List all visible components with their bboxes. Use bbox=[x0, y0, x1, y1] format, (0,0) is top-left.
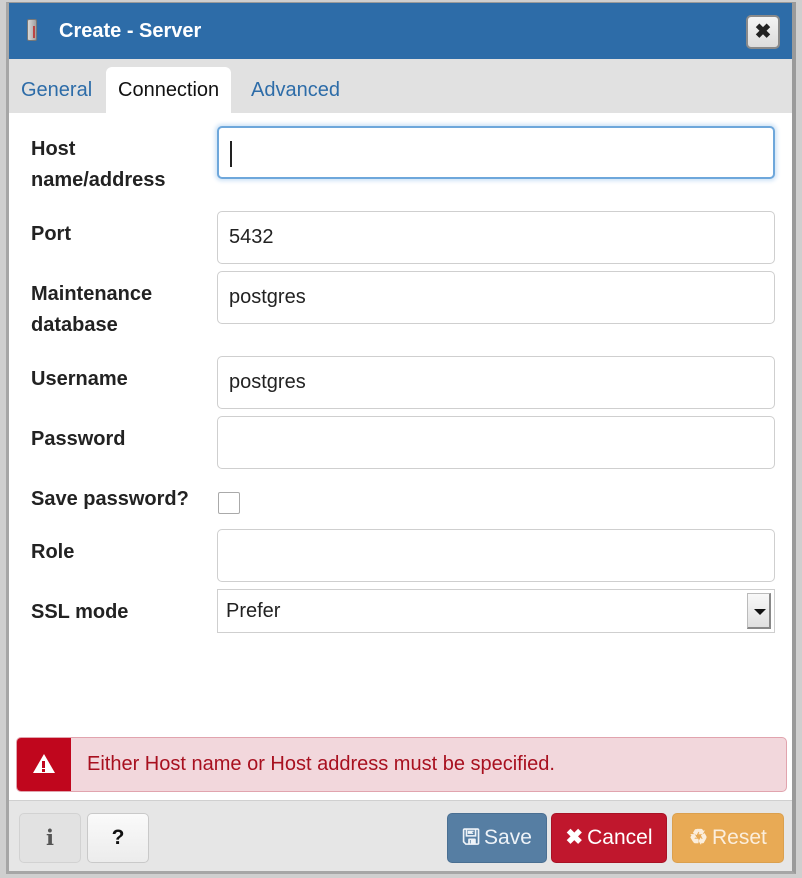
username-label: Username bbox=[31, 368, 128, 390]
save-button[interactable]: 🖫 Save bbox=[447, 813, 547, 863]
username-input[interactable]: postgres bbox=[217, 356, 775, 409]
tab-bar: General Connection Advanced bbox=[9, 59, 792, 113]
cancel-button[interactable]: ✖ Cancel bbox=[551, 813, 667, 863]
warning-icon-mark bbox=[42, 761, 45, 768]
save-label: Save bbox=[484, 826, 532, 849]
ssl-mode-value: Prefer bbox=[226, 600, 281, 622]
password-label: Password bbox=[31, 428, 126, 450]
reset-label: Reset bbox=[711, 826, 767, 849]
dialog-title: Create - Server bbox=[59, 20, 202, 42]
ssl-mode-select[interactable]: Prefer bbox=[217, 589, 775, 633]
dialog-titlebar[interactable]: Create - Server ✖ bbox=[9, 3, 792, 59]
host-input[interactable] bbox=[217, 126, 775, 179]
role-input[interactable] bbox=[217, 529, 775, 582]
server-icon bbox=[27, 19, 37, 41]
help-icon: ? bbox=[111, 826, 125, 849]
alert-message: Either Host name or Host address must be… bbox=[87, 753, 555, 775]
warning-icon-dot bbox=[42, 769, 45, 772]
maintenance-db-label: Maintenance database bbox=[31, 283, 153, 336]
port-label: Port bbox=[31, 223, 71, 245]
help-button[interactable]: ? bbox=[87, 813, 149, 863]
close-icon: ✖ bbox=[754, 21, 772, 43]
ssl-mode-label: SSL mode bbox=[31, 601, 129, 623]
tab-general[interactable]: General bbox=[9, 67, 104, 113]
info-button[interactable]: i bbox=[19, 813, 81, 863]
save-password-label: Save password? bbox=[31, 488, 189, 510]
port-input[interactable]: 5432 bbox=[217, 211, 775, 264]
cancel-label: Cancel bbox=[587, 826, 653, 849]
host-label: Host name/address bbox=[31, 138, 166, 191]
recycle-icon: ♻ bbox=[689, 826, 708, 849]
close-icon: ✖ bbox=[565, 826, 584, 849]
create-server-dialog: Create - Server ✖ General Connection Adv… bbox=[6, 2, 796, 874]
role-label: Role bbox=[31, 541, 75, 563]
dialog-footer: i ? 🖫 Save ✖ Cancel ♻ Reset bbox=[9, 800, 792, 871]
reset-button[interactable]: ♻ Reset bbox=[672, 813, 784, 863]
tab-advanced[interactable]: Advanced bbox=[239, 67, 352, 113]
close-button[interactable]: ✖ bbox=[746, 15, 780, 49]
info-icon: i bbox=[46, 825, 54, 850]
alert-icon-box bbox=[17, 738, 71, 791]
tab-connection[interactable]: Connection bbox=[106, 67, 232, 113]
floppy-disk-icon: 🖫 bbox=[462, 826, 481, 849]
chevron-down-icon[interactable] bbox=[747, 593, 771, 629]
maintenance-db-input[interactable]: postgres bbox=[217, 271, 775, 324]
password-input[interactable] bbox=[217, 416, 775, 469]
save-password-checkbox[interactable] bbox=[218, 492, 240, 514]
text-caret bbox=[230, 140, 232, 167]
error-alert: Either Host name or Host address must be… bbox=[16, 737, 787, 792]
